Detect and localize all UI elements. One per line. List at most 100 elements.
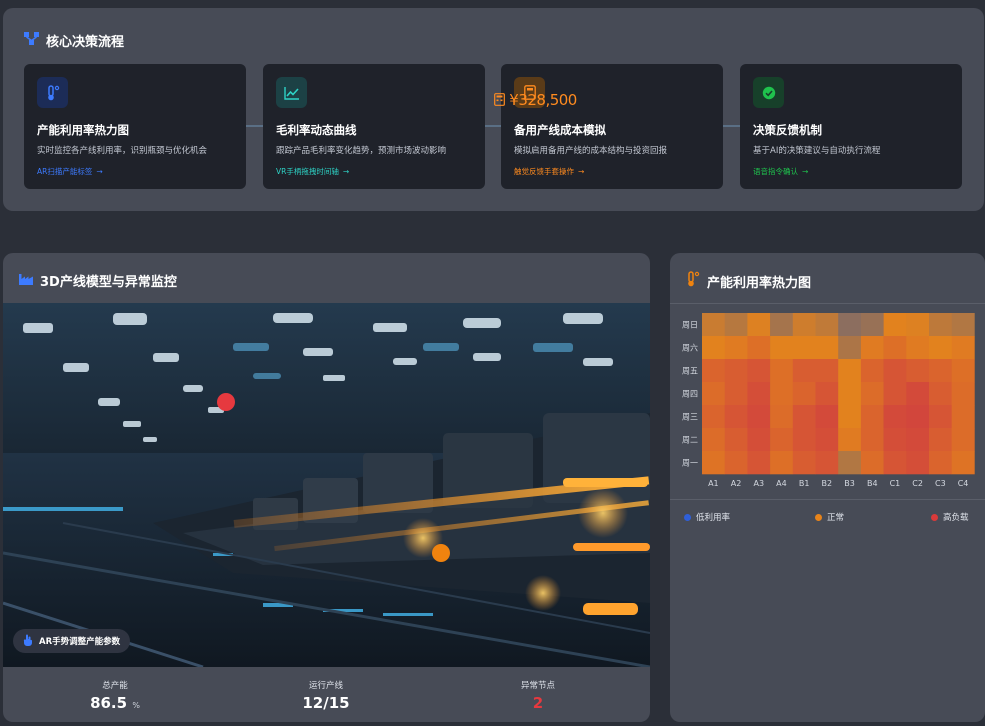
card-action-link[interactable]: 语音指令确认 → [753,166,808,177]
heatmap-cell[interactable] [815,405,839,429]
heatmap-cell[interactable] [747,359,771,383]
card-link-label[interactable]: AR扫描产能标签 [37,166,92,177]
heatmap-cell[interactable] [724,451,748,475]
heatmap-cell[interactable] [929,336,952,360]
heatmap-cell[interactable] [929,382,952,406]
heatmap-cell[interactable] [747,382,771,406]
heatmap-cell[interactable] [815,428,839,452]
heatmap-cell[interactable] [838,382,862,406]
heatmap-cell[interactable] [770,428,794,452]
heatmap-cell[interactable] [792,428,816,452]
heatmap-cell[interactable] [860,336,884,360]
card-action-link[interactable]: AR扫描产能标签 → [37,166,103,177]
heatmap-cell[interactable] [906,428,930,452]
heatmap-cell[interactable] [929,451,952,475]
heatmap-cell[interactable] [724,405,748,429]
heatmap-cell[interactable] [951,359,975,383]
heatmap-cell[interactable] [838,313,862,337]
heatmap-cell[interactable] [929,313,952,337]
heatmap-cell[interactable] [929,405,952,429]
flow-card-decision-feedback[interactable]: 决策反馈机制 基于AI的决策建议与自动执行流程 语音指令确认 → [740,64,962,189]
heatmap-cell[interactable] [792,359,816,383]
card-link-label[interactable]: VR手柄拖拽时间轴 [276,166,339,177]
card-link-label[interactable]: 触觉反馈手套操作 [514,166,574,177]
heatmap-cell[interactable] [883,451,907,475]
heatmap-cell[interactable] [906,359,930,383]
heatmap-cell[interactable] [792,313,816,337]
heatmap-cell[interactable] [951,382,975,406]
heatmap-cell[interactable] [724,428,748,452]
card-action-link[interactable]: VR手柄拖拽时间轴 → [276,166,349,177]
heatmap-cell[interactable] [906,451,930,475]
heatmap-cell[interactable] [792,405,816,429]
heatmap-cell[interactable] [860,359,884,383]
heatmap-cell[interactable] [724,313,748,337]
heatmap-cell[interactable] [702,451,725,475]
ar-gesture-label[interactable]: AR手势调整产能参数 [39,635,120,647]
heatmap-cell[interactable] [770,451,794,475]
heatmap-cell[interactable] [883,428,907,452]
heatmap-cell[interactable] [747,451,771,475]
heatmap-cell[interactable] [838,405,862,429]
heatmap-cell[interactable] [724,359,748,383]
flow-card-margin-curve[interactable]: 毛利率动态曲线 跟踪产品毛利率变化趋势，预测市场波动影响 VR手柄拖拽时间轴 → [263,64,485,189]
heatmap-cell[interactable] [770,313,794,337]
heatmap-cell[interactable] [792,382,816,406]
heatmap-cell[interactable] [724,336,748,360]
heatmap-cell[interactable] [951,313,975,337]
heatmap-cell[interactable] [883,405,907,429]
flow-card-backup-cost[interactable]: 备用产线成本模拟 模拟启用备用产线的成本结构与投资回报 触觉反馈手套操作 → [501,64,723,189]
heatmap-cell[interactable] [792,336,816,360]
heatmap-cell[interactable] [838,336,862,360]
heatmap-cell[interactable] [951,405,975,429]
heatmap-cell[interactable] [770,382,794,406]
card-link-label[interactable]: 语音指令确认 [753,166,798,177]
heatmap-cell[interactable] [792,451,816,475]
flow-card-utilization-heatmap[interactable]: 产能利用率热力图 实时监控各产线利用率，识别瓶颈与优化机会 AR扫描产能标签 → [24,64,246,189]
heatmap-cell[interactable] [883,313,907,337]
heatmap-cell[interactable] [838,451,862,475]
heatmap-cell[interactable] [815,336,839,360]
heatmap-cell[interactable] [815,313,839,337]
heatmap-cell[interactable] [860,405,884,429]
heatmap-cell[interactable] [883,359,907,383]
heatmap-cell[interactable] [815,359,839,383]
heatmap-cell[interactable] [929,428,952,452]
heatmap-cell[interactable] [702,313,725,337]
heatmap-cell[interactable] [860,451,884,475]
heatmap-cell[interactable] [883,382,907,406]
heatmap-cell[interactable] [702,359,725,383]
heatmap-cell[interactable] [929,359,952,383]
anomaly-marker-critical[interactable] [217,393,235,411]
heatmap-cell[interactable] [770,336,794,360]
heatmap-cell[interactable] [860,382,884,406]
heatmap-cell[interactable] [702,405,725,429]
heatmap-cell[interactable] [747,428,771,452]
utilization-heatmap-chart[interactable]: 周日周六周五周四周三周二周一 A1 A2 A3 A4 B1 B2 B3 B4 C1 C2 C3 C4 [670,308,985,498]
heatmap-cell[interactable] [770,359,794,383]
heatmap-cell[interactable] [747,313,771,337]
heatmap-cell[interactable] [815,382,839,406]
heatmap-cell[interactable] [860,313,884,337]
heatmap-cell[interactable] [815,451,839,475]
heatmap-cell[interactable] [883,336,907,360]
heatmap-cell[interactable] [860,428,884,452]
heatmap-cell[interactable] [702,382,725,406]
heatmap-cell[interactable] [951,428,975,452]
heatmap-cell[interactable] [906,336,930,360]
heatmap-cell[interactable] [770,405,794,429]
heatmap-cell[interactable] [702,336,725,360]
heatmap-cell[interactable] [724,382,748,406]
heatmap-cell[interactable] [702,428,725,452]
heatmap-cell[interactable] [906,405,930,429]
heatmap-cell[interactable] [951,451,975,475]
heatmap-cell[interactable] [747,405,771,429]
heatmap-cell[interactable] [951,336,975,360]
heatmap-cell[interactable] [747,336,771,360]
anomaly-marker-warning[interactable] [432,544,450,562]
heatmap-cell[interactable] [838,359,862,383]
ar-gesture-button[interactable]: AR手势调整产能参数 [13,629,131,653]
card-action-link[interactable]: 触觉反馈手套操作 → [514,166,584,177]
heatmap-cell[interactable] [838,428,862,452]
production-line-3d-view[interactable]: AR手势调整产能参数 [3,303,650,667]
